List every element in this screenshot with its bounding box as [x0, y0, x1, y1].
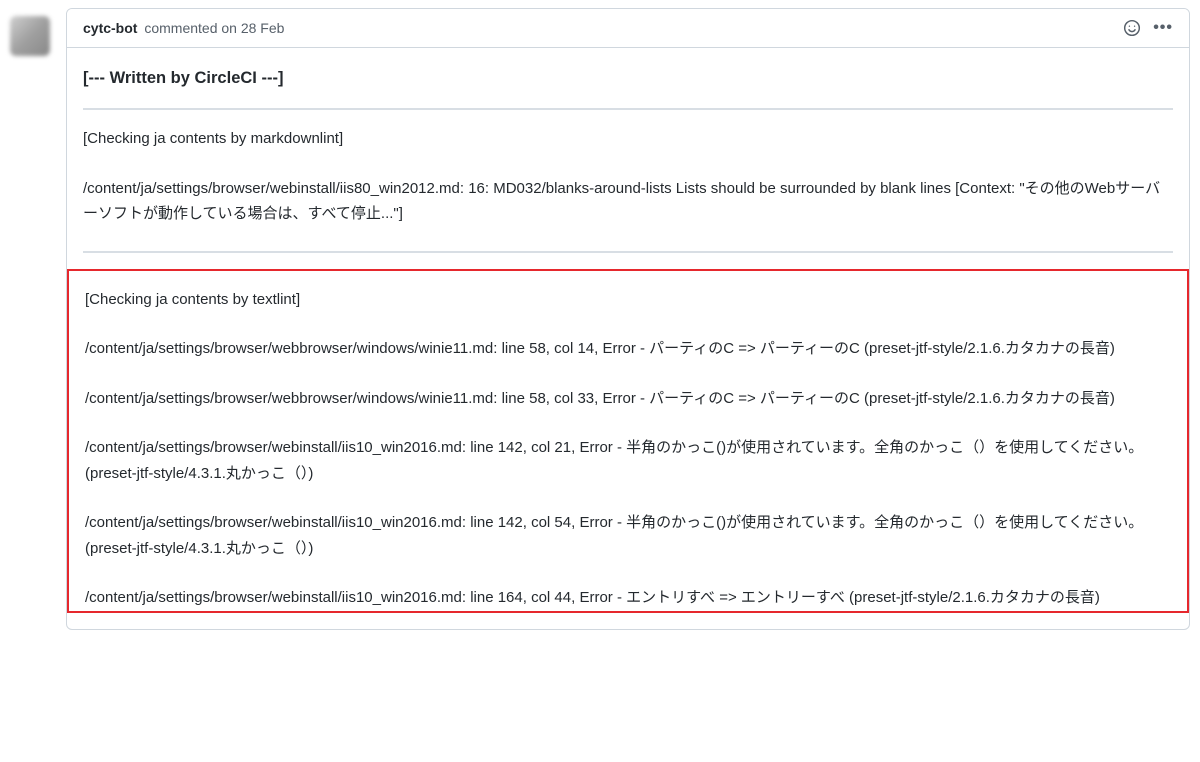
lint-message: /content/ja/settings/browser/webinstall/… [85, 435, 1171, 486]
comment-heading: [--- Written by CircleCI ---] [83, 64, 1173, 92]
lint-message: /content/ja/settings/browser/webinstall/… [85, 585, 1171, 611]
comment-container: cytc-bot commented on 28 Feb ••• [--- Wr… [0, 0, 1200, 630]
smiley-icon[interactable] [1123, 19, 1141, 37]
lint-message: /content/ja/settings/browser/webbrowser/… [85, 336, 1171, 362]
comment-timestamp[interactable]: commented on 28 Feb [140, 20, 284, 36]
section-label-textlint: [Checking ja contents by textlint] [85, 287, 1171, 313]
comment-author[interactable]: cytc-bot [83, 20, 137, 36]
divider [83, 251, 1173, 253]
avatar-column [10, 8, 66, 630]
lint-message: /content/ja/settings/browser/webinstall/… [83, 176, 1173, 227]
lint-message: /content/ja/settings/browser/webbrowser/… [85, 386, 1171, 412]
kebab-menu-icon[interactable]: ••• [1153, 20, 1173, 36]
highlighted-region: [Checking ja contents by textlint] /cont… [67, 269, 1189, 613]
comment-header: cytc-bot commented on 28 Feb ••• [67, 9, 1189, 48]
comment-body: [--- Written by CircleCI ---] [Checking … [67, 48, 1189, 629]
avatar[interactable] [10, 16, 50, 56]
comment-header-actions: ••• [1123, 19, 1173, 37]
comment-box: cytc-bot commented on 28 Feb ••• [--- Wr… [66, 8, 1190, 630]
section-label-markdownlint: [Checking ja contents by markdownlint] [83, 126, 1173, 152]
lint-message: /content/ja/settings/browser/webinstall/… [85, 510, 1171, 561]
divider [83, 108, 1173, 110]
